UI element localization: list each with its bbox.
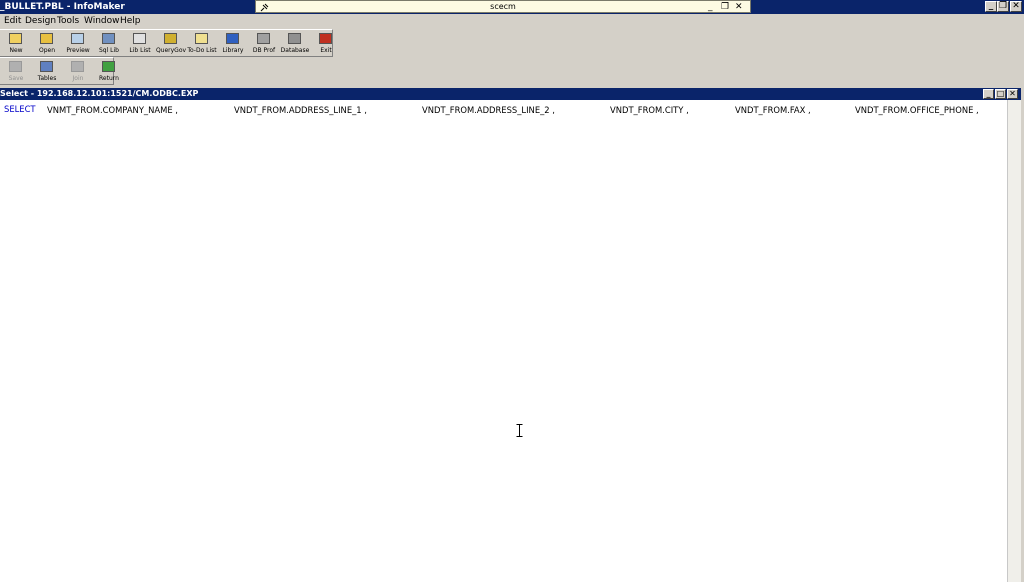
remote-minimize-button[interactable]: _ [708, 1, 713, 13]
return-button[interactable]: Return [94, 59, 124, 85]
text-cursor-icon [516, 424, 523, 437]
close-button[interactable]: ✕ [1010, 1, 1022, 12]
menu-design[interactable]: Design [25, 14, 56, 28]
app-title: _BULLET.PBL - InfoMaker [0, 2, 125, 12]
child-minimize-button[interactable]: _ [983, 89, 994, 99]
sql-column: VNMT_FROM.COMPANY_NAME , [47, 105, 178, 115]
child-restore-button[interactable]: □ [995, 89, 1006, 99]
child-close-button[interactable]: ✕ [1007, 89, 1018, 99]
toolbar-button-label: Exit [320, 47, 332, 54]
todo-list-icon [195, 33, 208, 44]
sql-column: VNDT_FROM.OFFICE_PHONE , [855, 105, 979, 115]
sql-column: VNDT_FROM.ADDRESS_LINE_2 , [422, 105, 555, 115]
sql-column: VNDT_FROM.CITY , [610, 105, 689, 115]
library-icon [226, 33, 239, 44]
sql-column: VNDT_FROM.ADDRESS_LINE_1 , [234, 105, 367, 115]
menu-edit[interactable]: Edit [4, 14, 21, 28]
menu-bar: Edit Design Tools Window Help [0, 14, 1024, 28]
menu-tools[interactable]: Tools [57, 14, 79, 28]
painter-toolbar: Save Tables Join Return [0, 57, 119, 85]
join-icon [71, 61, 84, 72]
query-gov-icon [164, 33, 177, 44]
save-icon [9, 61, 22, 72]
toolbar-button-label: Return [99, 75, 119, 82]
exit-icon [319, 33, 332, 44]
tables-icon [40, 61, 53, 72]
return-icon [102, 61, 115, 72]
remote-restore-button[interactable]: ❐ [721, 1, 729, 13]
menu-window[interactable]: Window [84, 14, 120, 28]
lib-list-icon [133, 33, 146, 44]
open-folder-icon [40, 33, 53, 44]
restore-button[interactable]: ❐ [997, 1, 1009, 12]
remote-close-button[interactable]: ✕ [735, 1, 743, 13]
remote-session-title: scecm [490, 2, 516, 11]
database-icon [288, 33, 301, 44]
preview-icon [71, 33, 84, 44]
sql-editor[interactable]: SELECT [0, 100, 1007, 582]
db-profile-icon [257, 33, 270, 44]
menu-help[interactable]: Help [120, 14, 141, 28]
remote-session-bar: scecm _ ❐ ✕ [255, 0, 751, 13]
exit-button[interactable]: Exit [311, 31, 341, 57]
main-toolbar: New Open Preview Sql Lib Lib List QueryGov To-… [0, 29, 333, 57]
sql-lib-icon [102, 33, 115, 44]
vertical-scrollbar[interactable] [1007, 100, 1021, 582]
child-window-title-bar: Select - 192.168.12.101:1521/CM.ODBC.EXP… [0, 88, 1021, 100]
new-icon [9, 33, 22, 44]
minimize-button[interactable]: _ [985, 1, 997, 12]
sql-keyword: SELECT [4, 104, 36, 114]
child-window-title: Select - 192.168.12.101:1521/CM.ODBC.EXP [0, 89, 199, 98]
sql-column: VNDT_FROM.FAX , [735, 105, 811, 115]
